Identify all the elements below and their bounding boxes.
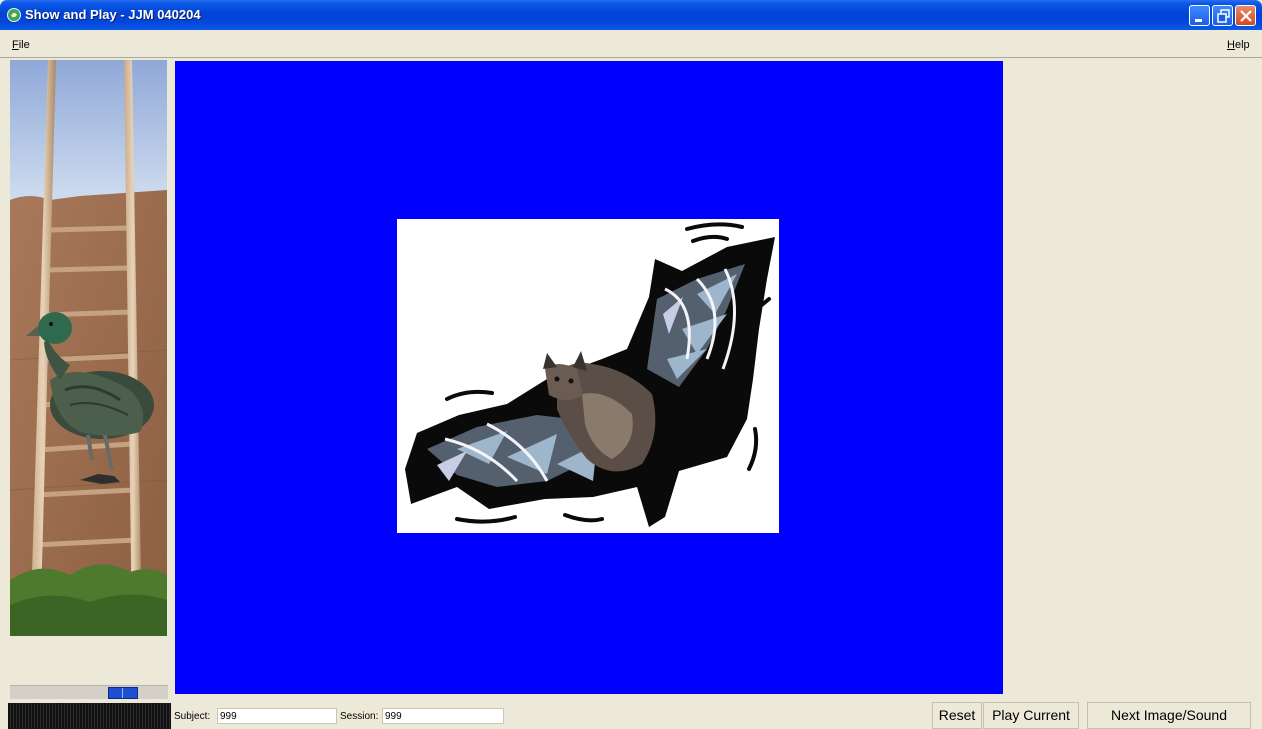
menu-bar: File Help xyxy=(0,30,1262,58)
subject-label: Subject: xyxy=(174,711,211,722)
menu-file-accel: F xyxy=(12,39,19,51)
menu-help-label: elp xyxy=(1234,39,1250,51)
audio-level-meter xyxy=(8,703,171,729)
side-image xyxy=(10,60,167,636)
play-current-button[interactable]: Play Current xyxy=(983,702,1079,729)
menu-help[interactable]: Help xyxy=(1227,39,1250,51)
close-button[interactable] xyxy=(1235,5,1256,26)
session-label: Session: xyxy=(340,711,379,722)
title-bar[interactable]: Show and Play - JJM 040204 xyxy=(0,0,1262,30)
maximize-icon xyxy=(1217,9,1230,23)
app-icon xyxy=(7,8,21,22)
duck-on-ladder-photo xyxy=(10,60,167,636)
progress-thumb[interactable] xyxy=(108,687,138,699)
menu-file-label: ile xyxy=(18,39,30,51)
menu-help-accel: H xyxy=(1227,39,1235,51)
stimulus-stage[interactable] xyxy=(175,61,1003,694)
minimize-icon xyxy=(1195,19,1202,22)
next-image-sound-button[interactable]: Next Image/Sound xyxy=(1087,702,1251,729)
minimize-button[interactable] xyxy=(1189,5,1210,26)
session-input[interactable] xyxy=(382,708,504,724)
reset-button[interactable]: Reset xyxy=(932,702,982,729)
close-icon xyxy=(1240,10,1252,22)
bat-clipart xyxy=(405,222,775,527)
subject-input[interactable] xyxy=(217,708,337,724)
progress-track[interactable] xyxy=(10,685,168,699)
stimulus-picture[interactable] xyxy=(397,219,779,533)
maximize-button[interactable] xyxy=(1212,5,1233,26)
window-title: Show and Play - JJM 040204 xyxy=(25,7,201,22)
menu-file[interactable]: File xyxy=(12,39,30,51)
